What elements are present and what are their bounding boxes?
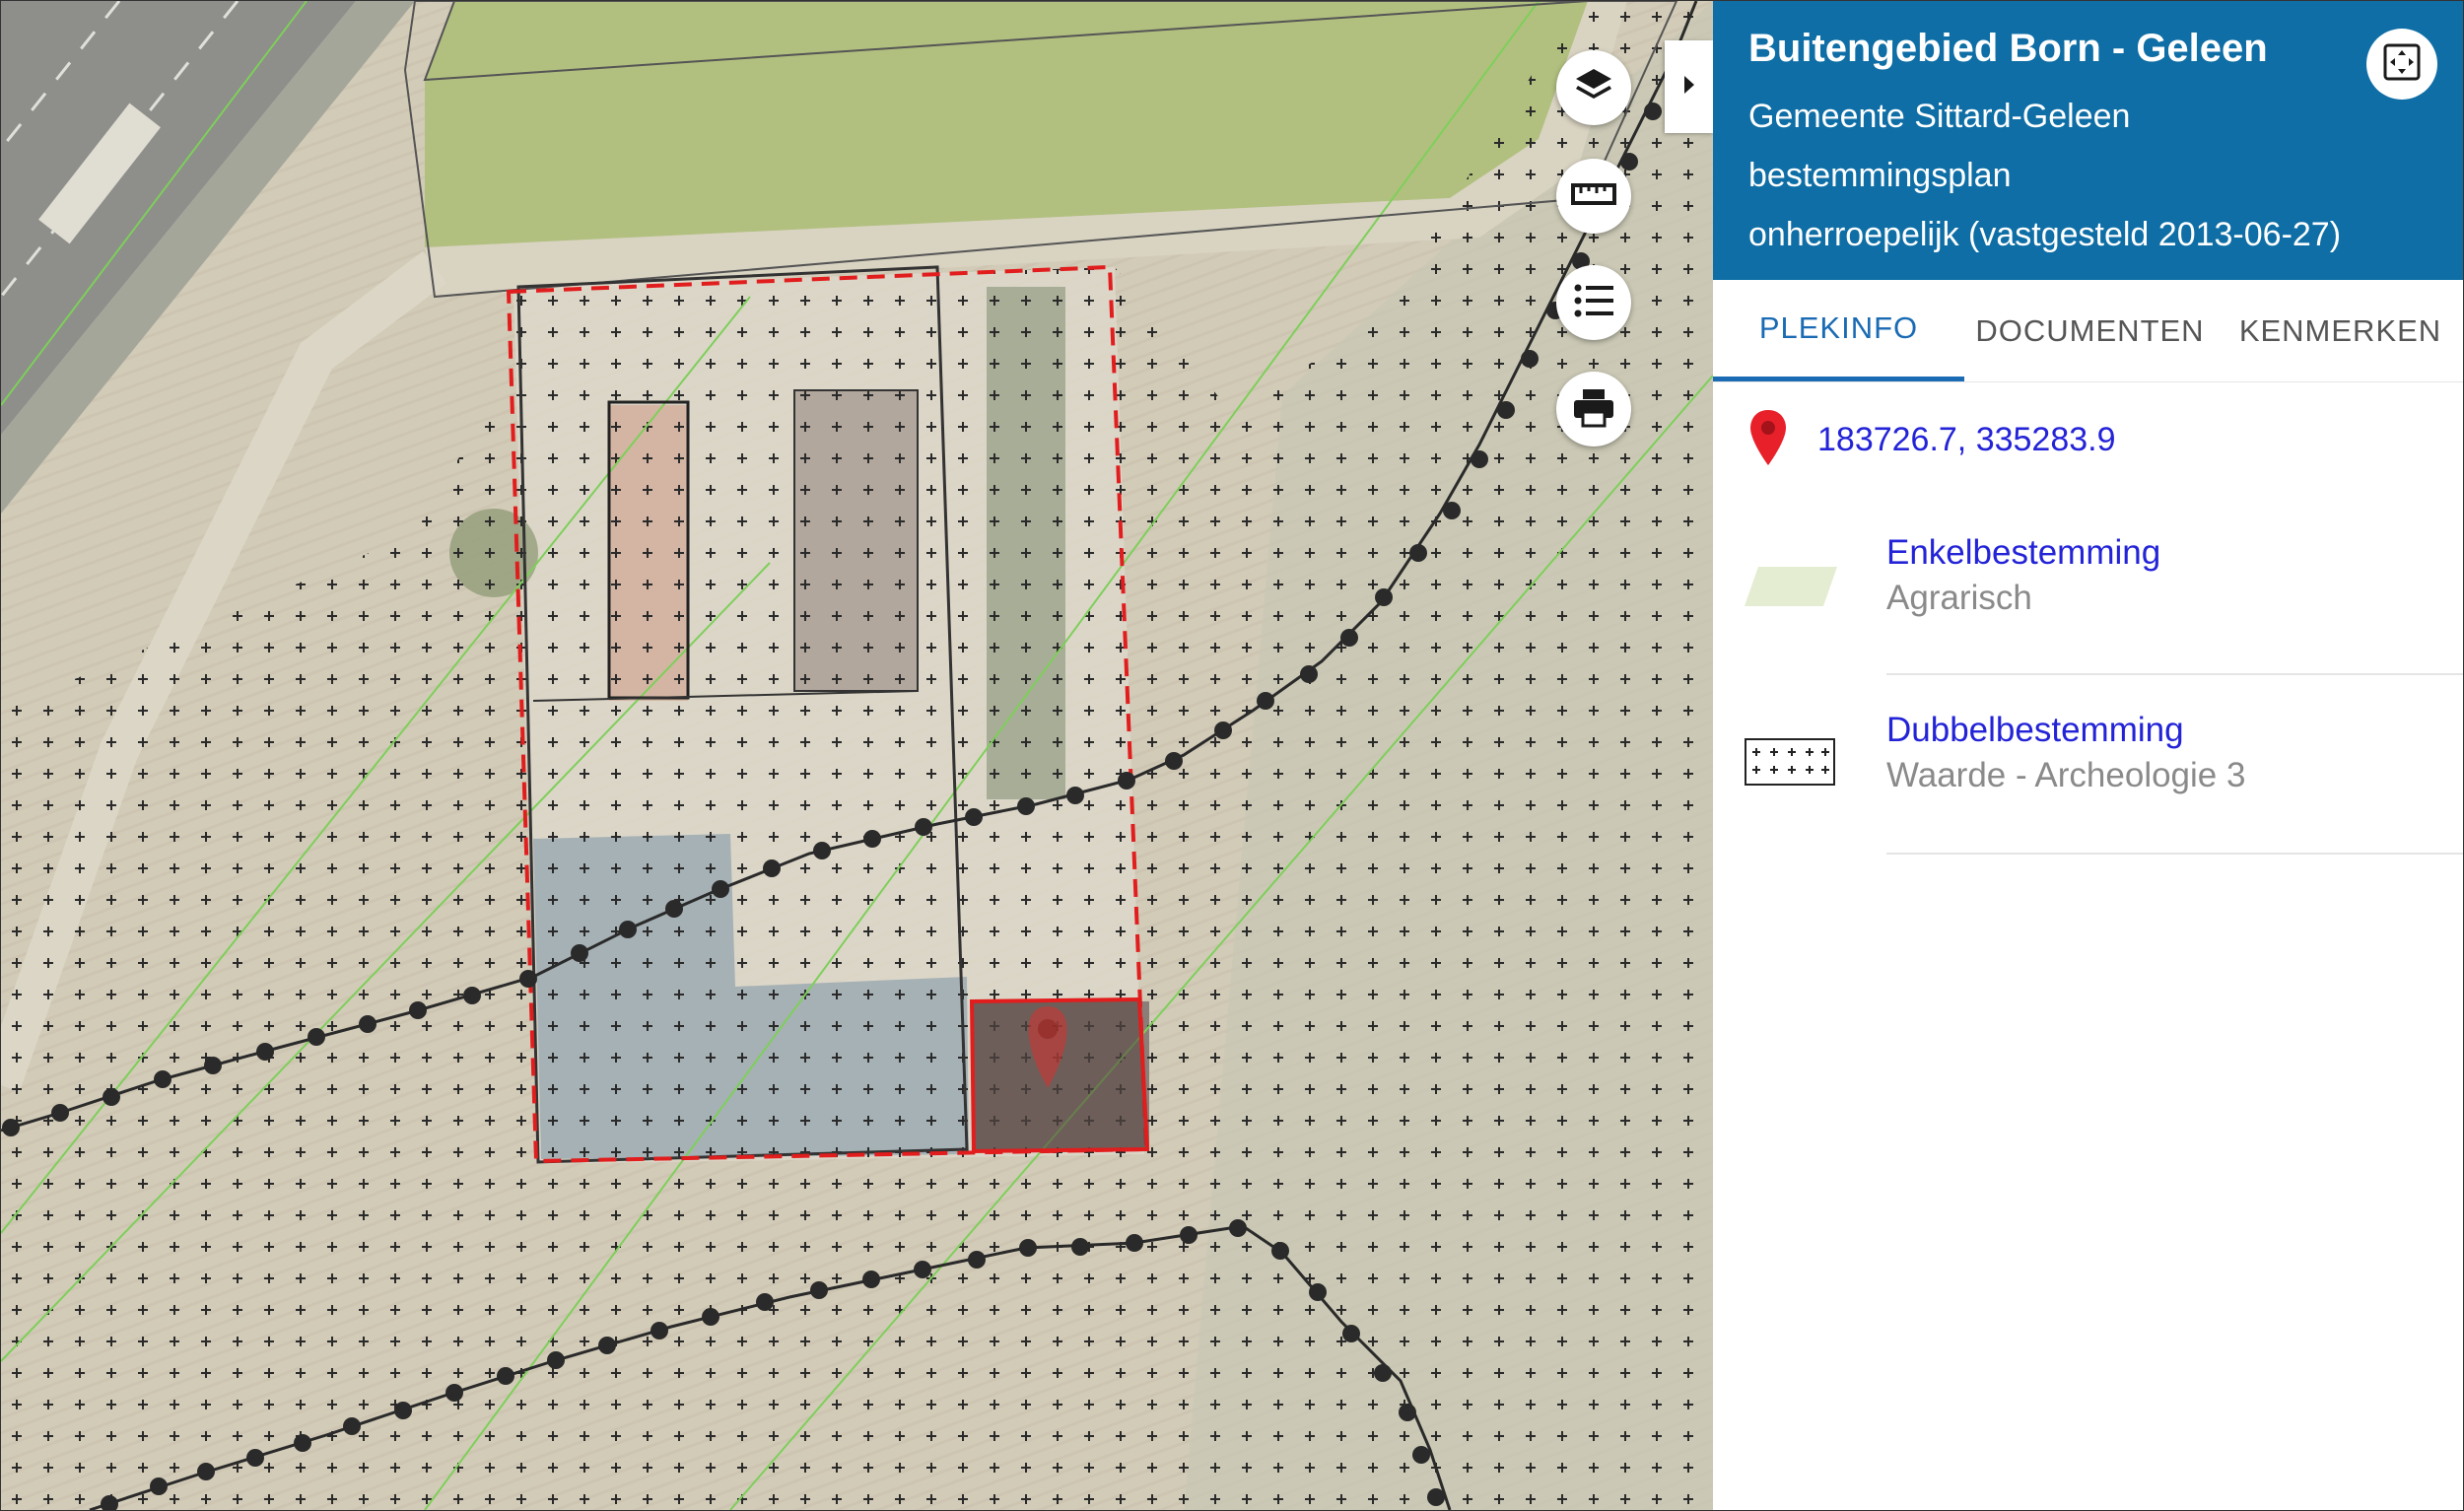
location-row: 183726.7, 335283.9 <box>1748 405 2116 474</box>
legend-name[interactable]: Dubbelbestemming <box>1886 711 2184 750</box>
info-panel: Buitengebied Born - Geleen Gemeente Sitt… <box>1713 1 2463 1510</box>
divider <box>1886 673 2463 675</box>
app-frame: Buitengebied Born - Geleen Gemeente Sitt… <box>0 0 2464 1511</box>
map-view[interactable] <box>1 1 1713 1510</box>
layers-button[interactable] <box>1556 50 1631 125</box>
tab-kenmerken[interactable]: KENMERKEN <box>2216 280 2463 381</box>
panel-tabs: PLEKINFO DOCUMENTEN KENMERKEN <box>1713 280 2463 382</box>
panel-toggle-button[interactable] <box>1665 40 1713 133</box>
legend-value: Waarde - Archeologie 3 <box>1886 756 2246 794</box>
municipality-label: Gemeente Sittard-Geleen <box>1748 98 2131 135</box>
tab-documenten[interactable]: DOCUMENTEN <box>1964 280 2216 381</box>
fullscreen-button[interactable] <box>2366 29 2437 100</box>
caret-right-icon <box>1681 74 1697 100</box>
layers-icon <box>1572 64 1615 111</box>
plan-title: Buitengebied Born - Geleen <box>1748 27 2268 70</box>
map-pin-icon <box>1748 408 1788 471</box>
plan-type-label: bestemmingsplan <box>1748 157 2012 194</box>
measure-button[interactable] <box>1556 159 1631 234</box>
list-icon <box>1572 281 1615 324</box>
agrarisch-swatch <box>1745 563 1839 614</box>
tab-plekinfo[interactable]: PLEKINFO <box>1713 280 1964 381</box>
panel-header: Buitengebied Born - Geleen Gemeente Sitt… <box>1713 1 2463 280</box>
coordinates-value: 183726.7, 335283.9 <box>1817 420 2116 458</box>
print-button[interactable] <box>1556 372 1631 446</box>
legend-value: Agrarisch <box>1886 579 2032 617</box>
legend-item-enkelbestemming: Enkelbestemming Agrarisch <box>1741 523 2463 675</box>
legend-item-dubbelbestemming: Dubbelbestemming Waarde - Archeologie 3 <box>1741 703 2463 855</box>
fullscreen-icon <box>2382 42 2422 87</box>
ruler-icon <box>1570 179 1617 213</box>
divider <box>1886 853 2463 855</box>
plan-status-label: onherroepelijk (vastgesteld 2013-06-27) <box>1748 216 2342 253</box>
archeologie-hatch-swatch <box>1745 738 1835 790</box>
legend-name[interactable]: Enkelbestemming <box>1886 533 2160 573</box>
aerial-photo <box>1 1 1713 1510</box>
printer-icon <box>1571 386 1616 432</box>
legend-list-button[interactable] <box>1556 265 1631 340</box>
